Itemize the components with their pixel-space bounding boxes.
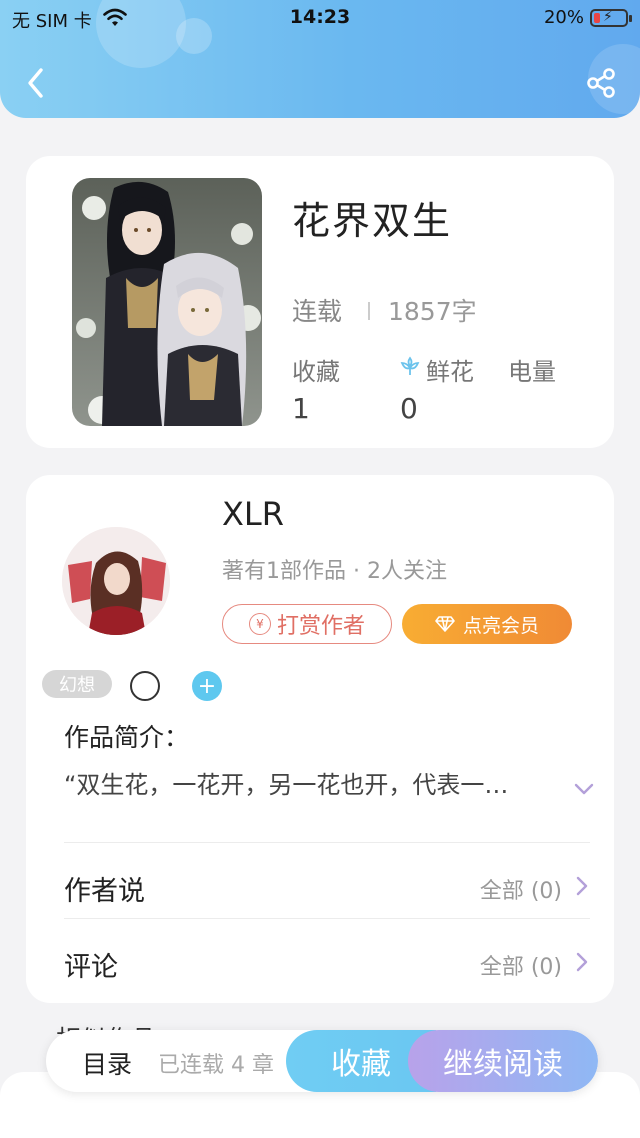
author-says-count: 全部 (0) [479, 879, 562, 904]
expand-chevron-icon[interactable] [572, 781, 596, 797]
genre-tag[interactable]: 幻想 [42, 670, 112, 698]
author-meta: 著有1部作品 · 2人关注 [222, 559, 447, 584]
flower-icon [400, 356, 420, 375]
serial-status: 连载 [292, 297, 343, 326]
intro-text: “双生花，一花开，另一花也开，代表一… [64, 771, 509, 799]
tip-author-label: 打赏作者 [276, 614, 365, 639]
book-cover-image[interactable] [72, 178, 262, 426]
battery-percent: 20% [543, 7, 584, 28]
comments-count: 全部 (0) [479, 955, 562, 980]
book-info-card: 花界双生 连载 1857字 收藏 1 鲜花 0 电量 [26, 156, 614, 448]
author-avatar[interactable] [62, 527, 170, 635]
tip-author-button[interactable]: ¥ 打赏作者 [222, 604, 392, 644]
divider [64, 842, 590, 843]
chapters-count[interactable]: 已连载 4 章 [158, 1047, 274, 1079]
author-says-title: 作者说 [64, 876, 145, 907]
status-bar: 无 SIM 卡 14:23 20% ⚡ [0, 6, 640, 32]
favorites-value: 1 [292, 392, 310, 425]
comments-row[interactable]: 评论 全部 (0) [26, 927, 614, 997]
battery-fill [594, 13, 600, 23]
diamond-icon [435, 616, 455, 632]
power-label: 电量 [508, 358, 556, 386]
add-tag-button[interactable]: + [192, 671, 222, 701]
battery-icon: ⚡ [590, 9, 632, 27]
flowers-value: 0 [400, 392, 418, 425]
continue-reading-label: 继续阅读 [443, 1047, 563, 1082]
charging-bolt-icon: ⚡ [603, 9, 613, 25]
author-card: XLR 著有1部作品 · 2人关注 ¥ 打赏作者 点亮会员 幻想 + 作品简介：… [26, 475, 614, 1003]
favorites-label: 收藏 [292, 358, 340, 386]
share-button[interactable] [584, 66, 618, 100]
table-of-contents-button[interactable]: 目录 [82, 1045, 132, 1081]
favorite-label: 收藏 [331, 1047, 391, 1082]
author-says-row[interactable]: 作者说 全部 (0) [26, 851, 614, 921]
divider [64, 918, 590, 919]
battery-cap [629, 15, 632, 22]
book-title: 花界双生 [292, 199, 453, 243]
author-name[interactable]: XLR [222, 495, 284, 533]
bottom-action-bar: 目录 已连载 4 章 收藏 继续阅读 [46, 1030, 598, 1092]
comments-title: 评论 [64, 952, 118, 983]
flowers-label: 鲜花 [426, 358, 474, 386]
tag-circle-empty[interactable] [130, 671, 160, 701]
word-count: 1857字 [388, 297, 477, 326]
continue-reading-button[interactable]: 继续阅读 [408, 1030, 598, 1092]
vip-label: 点亮会员 [462, 614, 539, 637]
chevron-right-icon [576, 952, 588, 972]
back-button[interactable] [22, 66, 52, 100]
intro-title: 作品简介： [64, 723, 190, 752]
meta-separator [368, 302, 370, 320]
yen-icon: ¥ [248, 613, 271, 635]
chevron-right-icon [576, 876, 588, 896]
top-header: 无 SIM 卡 14:23 20% ⚡ [0, 0, 640, 118]
vip-button[interactable]: 点亮会员 [402, 604, 572, 644]
